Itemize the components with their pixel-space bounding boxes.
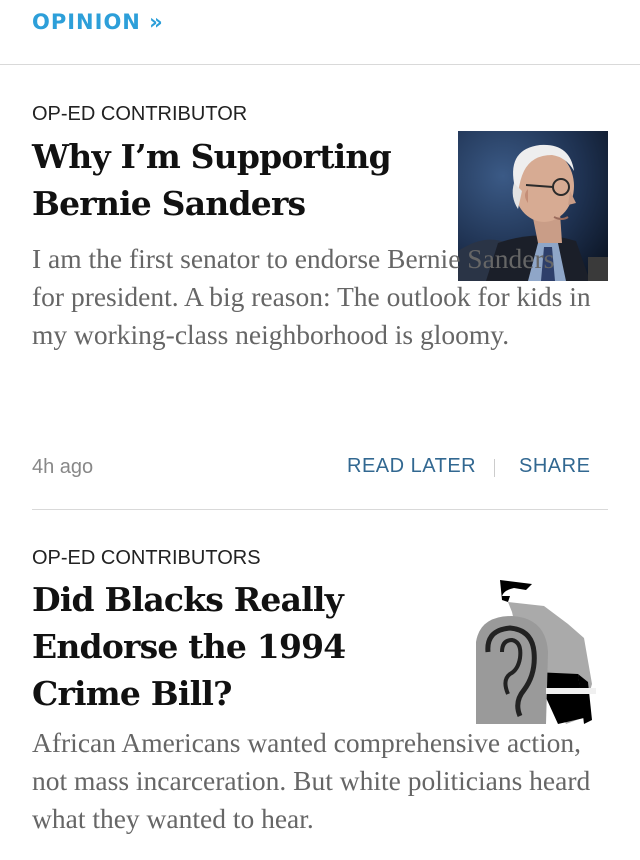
article-summary: I am the first senator to endorse Bernie…: [32, 243, 591, 350]
article-thumbnail-image[interactable]: [474, 578, 598, 726]
article-meta-row: 4h ago READ LATER SHARE: [32, 453, 590, 483]
share-button[interactable]: SHARE: [519, 455, 590, 478]
article-kicker: OP-ED CONTRIBUTOR: [32, 103, 248, 125]
article-headline[interactable]: Why I’m Supporting Bernie Sanders: [32, 133, 432, 227]
section-divider: [0, 64, 640, 65]
section-header: OPINION »: [32, 8, 164, 36]
opinion-section-link[interactable]: OPINION »: [32, 10, 164, 34]
article-divider: [32, 509, 608, 510]
article-timestamp: 4h ago: [32, 456, 94, 478]
action-divider: [494, 459, 495, 477]
read-later-button[interactable]: READ LATER: [347, 455, 476, 478]
article-kicker: OP-ED CONTRIBUTORS: [32, 547, 261, 569]
article-summary: African Americans wanted comprehensive a…: [32, 727, 591, 834]
article-headline[interactable]: Did Blacks Really Endorse the 1994 Crime…: [32, 576, 452, 717]
